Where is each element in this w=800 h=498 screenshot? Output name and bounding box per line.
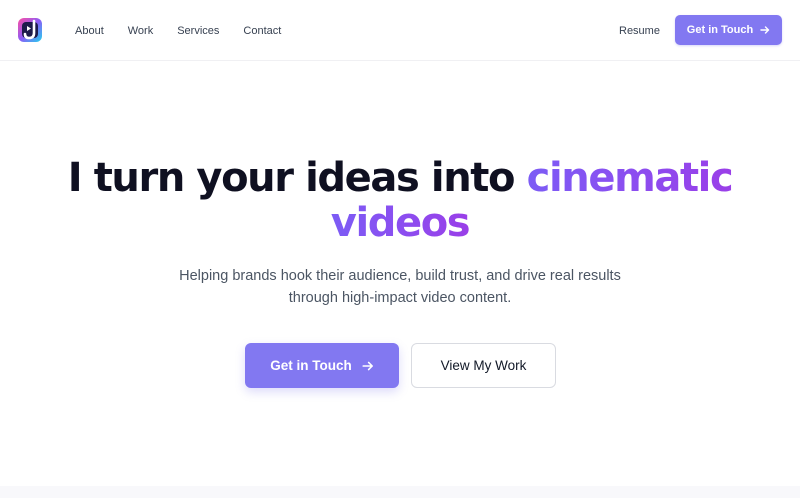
hero-heading-accent-1: cinematic	[526, 155, 734, 201]
hero-heading-accent-2: videos	[330, 200, 471, 246]
nav-link-work[interactable]: Work	[128, 25, 153, 37]
top-nav: About Work Services Contact Resume Get i…	[0, 0, 800, 61]
get-in-touch-button[interactable]: Get in Touch	[245, 343, 399, 388]
next-section-edge	[0, 486, 800, 498]
hero-subtitle-line-1: Helping brands hook their audience, buil…	[179, 268, 621, 284]
hero-heading: I turn your ideas into cinematic videos	[0, 156, 800, 246]
hero-heading-main: I turn your ideas into	[67, 155, 516, 201]
nav-links: About Work Services Contact	[75, 0, 281, 61]
get-in-touch-nav-button[interactable]: Get in Touch	[675, 15, 782, 45]
nav-link-contact[interactable]: Contact	[243, 25, 281, 37]
get-in-touch-nav-label: Get in Touch	[686, 24, 754, 36]
arrow-right-icon	[760, 26, 770, 34]
nav-link-about[interactable]: About	[75, 25, 104, 37]
hero-subtitle-line-2: through high-impact video content.	[288, 290, 512, 306]
arrow-right-icon	[362, 361, 373, 370]
get-in-touch-label: Get in Touch	[270, 358, 352, 373]
hero-subtitle: Helping brands hook their audience, buil…	[150, 265, 650, 309]
view-my-work-button[interactable]: View My Work	[411, 343, 556, 388]
nav-link-services[interactable]: Services	[177, 25, 219, 37]
view-my-work-label: View My Work	[440, 358, 527, 373]
resume-link[interactable]: Resume	[619, 0, 660, 61]
j-play-logo-icon[interactable]	[17, 15, 45, 45]
page: About Work Services Contact Resume Get i…	[0, 0, 800, 498]
